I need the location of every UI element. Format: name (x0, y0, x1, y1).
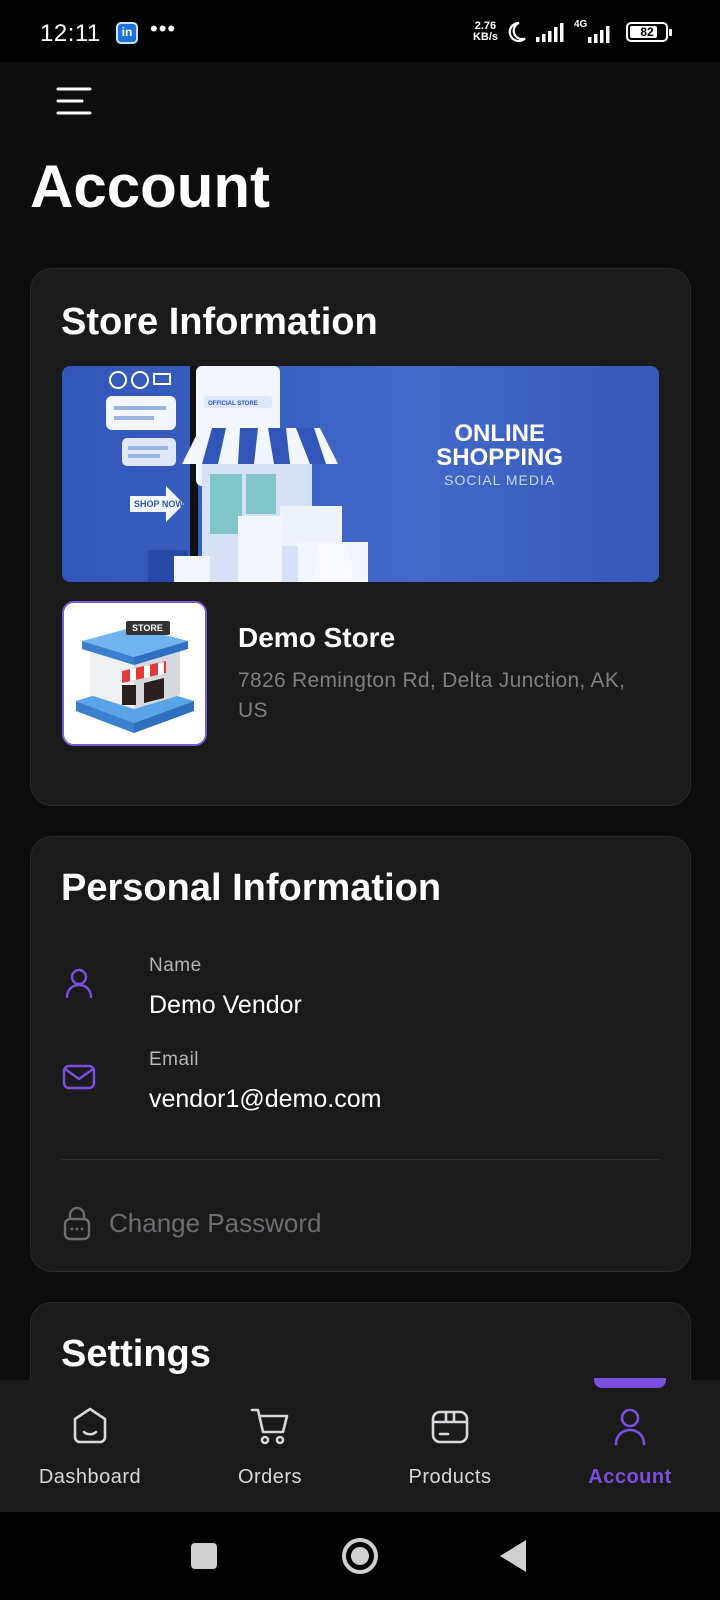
nav-label-orders: Orders (237, 1466, 303, 1488)
status-indicators: 2.76 KB/s 4G 82 (473, 18, 672, 46)
personal-information-title: Personal Information (61, 867, 442, 909)
home-button[interactable] (336, 1532, 384, 1580)
active-tab-indicator (594, 1378, 666, 1388)
store-address: 7826 Remington Rd, Delta Junction, AK, U… (238, 669, 626, 722)
system-navigation-bar (0, 1512, 720, 1600)
name-label: Name (149, 955, 202, 976)
shop-now-label: SHOP NOW (134, 499, 184, 509)
bottom-navigation: Dashboard Orders Products Account (0, 1378, 720, 1512)
divider (61, 1159, 661, 1160)
change-password-label: Change Password (109, 1207, 322, 1238)
banner-line-2: SHOPPING (436, 444, 563, 471)
circle-home-icon (342, 1538, 378, 1574)
more-notifications-icon: ••• (150, 16, 177, 41)
change-password-button[interactable]: Change Password (61, 1203, 321, 1243)
lock-icon (63, 1206, 91, 1241)
cart-icon (250, 1408, 289, 1445)
banner-line-3: SOCIAL MEDIA (444, 472, 556, 488)
nav-item-dashboard[interactable]: Dashboard (0, 1380, 180, 1512)
online-shopping-banner-image: SHOP NOW OFFICIAL STORE (62, 366, 659, 582)
store-name: Demo Store (238, 622, 396, 653)
signal-icon (536, 23, 564, 42)
mail-icon (62, 1064, 96, 1090)
personal-information-card: Personal Information Name Demo Vendor Em… (30, 836, 691, 1272)
banner-headline: ONLINE SHOPPING SOCIAL MEDIA (436, 420, 563, 489)
email-value: vendor1@demo.com (149, 1085, 382, 1113)
triangle-back-icon (500, 1540, 526, 1572)
official-store-label: OFFICIAL STORE (208, 401, 258, 407)
store-information-card: Store Information SHOP NOW OFFICIAL STOR… (30, 268, 691, 806)
store-information-title: Store Information (61, 301, 378, 343)
status-bar: 12:11 in ••• 2.76 KB/s 4G 82 (0, 0, 720, 62)
hamburger-menu-icon (56, 87, 92, 115)
battery-tip (669, 29, 672, 36)
menu-button[interactable] (52, 80, 96, 124)
signal-4g-icon (588, 26, 610, 43)
store-sign-label: STORE (132, 623, 163, 633)
back-button[interactable] (492, 1532, 540, 1580)
page-title: Account (30, 153, 270, 220)
status-time: 12:11 (40, 20, 101, 47)
recent-apps-button[interactable] (180, 1532, 228, 1580)
battery-percent: 82 (640, 25, 654, 39)
settings-title: Settings (61, 1333, 211, 1375)
network-speed: 2.76 KB/s (473, 21, 498, 43)
name-row: Name Demo Vendor (61, 955, 661, 1035)
moon-icon (508, 21, 526, 43)
nav-label-dashboard: Dashboard (38, 1466, 142, 1488)
banner-line-1: ONLINE (454, 420, 545, 447)
email-label: Email (149, 1049, 200, 1070)
square-icon (191, 1543, 217, 1569)
nav-label-account: Account (588, 1466, 672, 1488)
email-row: Email vendor1@demo.com (61, 1049, 661, 1129)
name-value: Demo Vendor (149, 991, 302, 1019)
nav-item-account[interactable]: Account (540, 1378, 720, 1512)
linkedin-notification-icon: in (116, 22, 138, 44)
user-icon (65, 968, 93, 999)
box-icon (431, 1410, 469, 1444)
dashboard-icon (73, 1407, 107, 1444)
nav-label-products: Products (408, 1466, 492, 1488)
network-speed-unit: KB/s (472, 31, 498, 43)
signal-4g-indicator: 4G (574, 19, 616, 45)
nav-item-products[interactable]: Products (360, 1380, 540, 1512)
store-banner[interactable]: SHOP NOW OFFICIAL STORE ONLINE SHOPPING … (62, 366, 659, 582)
nav-item-orders[interactable]: Orders (180, 1380, 360, 1512)
store-logo[interactable]: STORE (62, 601, 207, 746)
battery-indicator: 82 (626, 22, 672, 42)
user-icon (614, 1408, 646, 1446)
